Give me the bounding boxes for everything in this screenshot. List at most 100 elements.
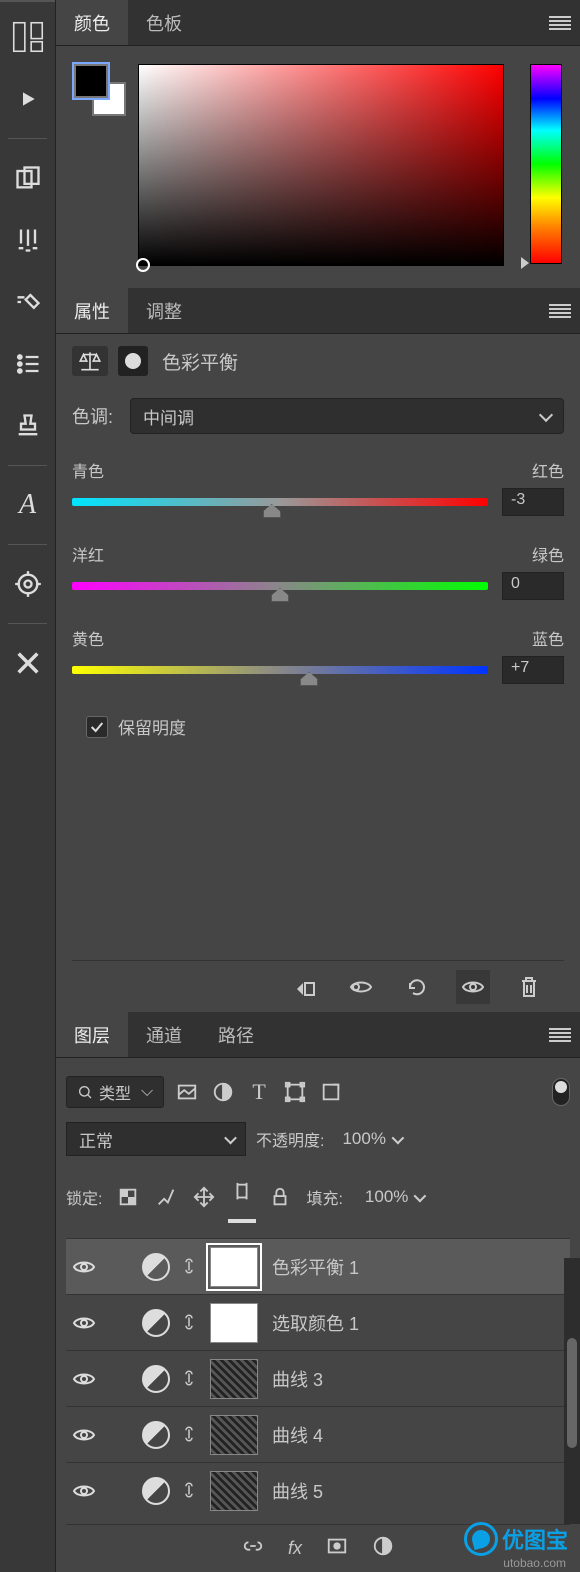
fill-value[interactable]: 100% [357, 1182, 431, 1212]
lock-pixels-icon[interactable] [154, 1185, 178, 1209]
panels-icon[interactable] [9, 18, 47, 56]
cyan-red-slider[interactable] [72, 498, 488, 506]
slider-handle-icon[interactable] [271, 588, 289, 602]
saturation-value-picker[interactable] [139, 65, 503, 265]
lock-position-icon[interactable] [192, 1185, 216, 1209]
tone-dropdown[interactable]: 中间调 [130, 398, 564, 434]
magenta-green-slider[interactable] [72, 582, 488, 590]
play-icon[interactable] [9, 80, 47, 118]
scrollbar-thumb[interactable] [567, 1338, 577, 1448]
visibility-eye-icon[interactable] [70, 1253, 98, 1281]
preserve-luminosity-label: 保留明度 [118, 714, 186, 739]
blend-mode-dropdown[interactable]: 正常 [66, 1122, 246, 1156]
tab-swatches[interactable]: 色板 [128, 0, 200, 45]
layer-thumbnail[interactable] [210, 1415, 258, 1455]
tab-adjustments[interactable]: 调整 [128, 288, 200, 333]
layers-panel-tabs: 图层 通道 路径 [56, 1012, 580, 1058]
filter-smartobject-icon[interactable] [318, 1079, 344, 1105]
props-panel-menu-icon[interactable] [540, 288, 580, 333]
link-mask-icon[interactable] [180, 1369, 200, 1389]
layer-row[interactable]: 曲线 5 [66, 1462, 570, 1518]
filter-adjustment-icon[interactable] [210, 1079, 236, 1105]
layer-thumbnail[interactable] [210, 1303, 258, 1343]
slider-handle-icon[interactable] [263, 504, 281, 518]
foreground-swatch[interactable] [74, 64, 108, 98]
lock-transparent-icon[interactable] [116, 1185, 140, 1209]
tab-properties[interactable]: 属性 [56, 288, 128, 333]
layer-name-label[interactable]: 曲线 5 [272, 1478, 323, 1504]
view-previous-icon[interactable] [344, 970, 378, 1004]
adjustment-layer-icon [142, 1309, 170, 1337]
target-icon[interactable] [9, 565, 47, 603]
layer-name-label[interactable]: 选取颜色 1 [272, 1310, 359, 1336]
cyan-red-value[interactable]: -3 [502, 488, 564, 516]
link-mask-icon[interactable] [180, 1481, 200, 1501]
filter-text-icon[interactable]: T [246, 1079, 272, 1105]
left-toolbar: A [0, 0, 56, 1572]
visibility-eye-icon[interactable] [70, 1477, 98, 1505]
tab-paths[interactable]: 路径 [200, 1012, 272, 1057]
visibility-eye-icon[interactable] [70, 1365, 98, 1393]
delete-adjustment-icon[interactable] [512, 970, 546, 1004]
layers-scrollbar[interactable] [564, 1258, 580, 1524]
lock-all-icon[interactable] [268, 1185, 292, 1209]
tab-color[interactable]: 颜色 [56, 0, 128, 45]
layer-name-label[interactable]: 色彩平衡 1 [272, 1254, 359, 1280]
lock-artboard-icon[interactable] [230, 1185, 254, 1209]
link-mask-icon[interactable] [180, 1257, 200, 1277]
reset-icon[interactable] [400, 970, 434, 1004]
brushes-icon[interactable] [9, 221, 47, 259]
hue-slider[interactable] [530, 64, 562, 264]
fx-icon[interactable]: fx [288, 1538, 302, 1559]
layers-panel-menu-icon[interactable] [540, 1012, 580, 1057]
layer-filter-dropdown[interactable]: 类型 ⌵ [66, 1076, 164, 1108]
add-mask-icon[interactable] [326, 1535, 348, 1562]
layer-name-label[interactable]: 曲线 3 [272, 1366, 323, 1392]
list-icon[interactable] [9, 345, 47, 383]
link-layers-icon[interactable] [242, 1535, 264, 1562]
visibility-eye-icon[interactable] [70, 1421, 98, 1449]
filter-image-icon[interactable] [174, 1079, 200, 1105]
opacity-value[interactable]: 100% [334, 1124, 408, 1154]
toggle-visibility-icon[interactable] [456, 970, 490, 1004]
filter-toggle[interactable] [552, 1078, 570, 1106]
cyan-label: 青色 [72, 458, 104, 482]
layer-name-label[interactable]: 曲线 4 [272, 1422, 323, 1448]
link-mask-icon[interactable] [180, 1425, 200, 1445]
magenta-green-value[interactable]: 0 [502, 572, 564, 600]
yellow-blue-slider[interactable] [72, 666, 488, 674]
color-swatches[interactable] [74, 64, 126, 116]
layer-row[interactable]: 选取颜色 1 [66, 1294, 570, 1350]
new-adjustment-icon[interactable] [372, 1535, 394, 1562]
opacity-label: 不透明度: [256, 1127, 324, 1151]
tab-layers[interactable]: 图层 [56, 1012, 128, 1057]
clip-to-layer-icon[interactable] [288, 970, 322, 1004]
tab-channels[interactable]: 通道 [128, 1012, 200, 1057]
sv-cursor-icon [136, 258, 150, 272]
layer-thumbnail[interactable] [210, 1359, 258, 1399]
layer-thumbnail[interactable] [210, 1247, 258, 1287]
layers-panel-body: 类型 ⌵ T 正常 不透明度: 100% 锁定: [56, 1058, 580, 1572]
visibility-eye-icon[interactable] [70, 1309, 98, 1337]
stamp-icon[interactable] [9, 407, 47, 445]
layer-row[interactable]: 曲线 3 [66, 1350, 570, 1406]
green-label: 绿色 [532, 542, 564, 566]
crossbrush-icon[interactable] [9, 644, 47, 682]
filter-shape-icon[interactable] [282, 1079, 308, 1105]
yellow-blue-value[interactable]: +7 [502, 656, 564, 684]
layer-thumbnail[interactable] [210, 1471, 258, 1511]
brush-preset-icon[interactable] [9, 283, 47, 321]
watermark: 优图宝 [464, 1522, 568, 1556]
layer-row[interactable]: 色彩平衡 1 [66, 1238, 570, 1294]
cards-icon[interactable] [9, 159, 47, 197]
layer-row[interactable]: 曲线 4 [66, 1406, 570, 1462]
link-mask-icon[interactable] [180, 1313, 200, 1333]
font-icon[interactable]: A [9, 486, 47, 524]
preserve-luminosity-checkbox[interactable] [86, 716, 108, 738]
slider-handle-icon[interactable] [300, 672, 318, 686]
mask-icon[interactable] [118, 346, 148, 376]
hue-handle-icon[interactable] [521, 257, 529, 269]
red-label: 红色 [532, 458, 564, 482]
watermark-url: utobao.com [503, 1556, 566, 1570]
color-panel-menu-icon[interactable] [540, 0, 580, 45]
